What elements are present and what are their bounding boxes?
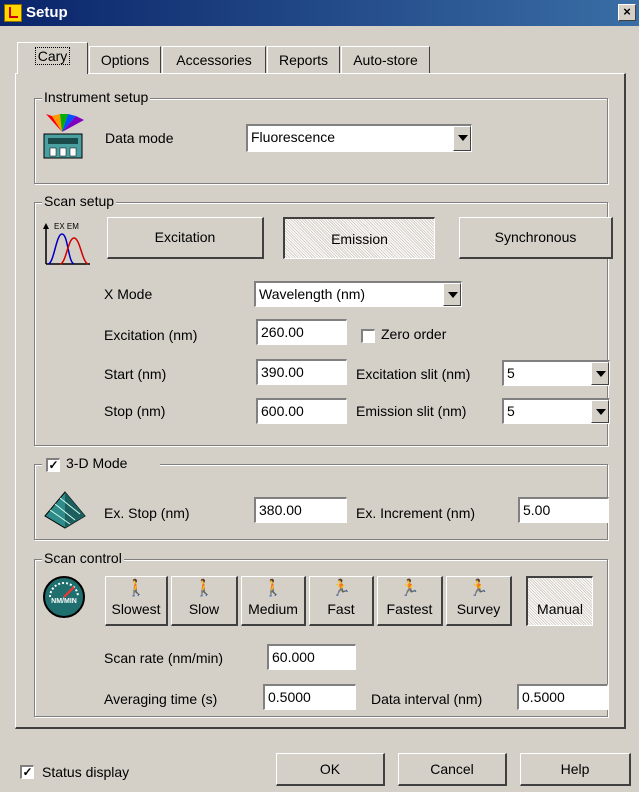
excitation-slit-select[interactable]: 5 bbox=[502, 360, 610, 386]
tab-cary[interactable]: Cary bbox=[17, 42, 88, 74]
tab-panel-cary: Instrument setup Data mode Fluorescence … bbox=[15, 73, 626, 729]
title-bar: Setup × bbox=[0, 0, 639, 26]
help-button[interactable]: Help bbox=[520, 753, 631, 786]
instrument-setup-legend: Instrument setup bbox=[42, 89, 151, 105]
ok-button[interactable]: OK bbox=[276, 753, 385, 786]
speed-fastest-button[interactable]: 🏃 Fastest bbox=[377, 576, 443, 626]
ex-em-icon-text: EX EM bbox=[54, 222, 79, 231]
averaging-time-label: Averaging time (s) bbox=[104, 691, 218, 707]
walking-figure-icon: 🚶 bbox=[194, 580, 214, 597]
start-nm-input[interactable]: 390.00 bbox=[256, 359, 347, 385]
ex-increment-input[interactable]: 5.00 bbox=[518, 497, 609, 523]
ex-stop-label: Ex. Stop (nm) bbox=[104, 505, 190, 521]
x-mode-label: X Mode bbox=[104, 286, 153, 302]
emission-slit-label: Emission slit (nm) bbox=[356, 403, 467, 419]
excitation-nm-input[interactable]: 260.00 bbox=[256, 319, 347, 345]
synchronous-button[interactable]: Synchronous bbox=[459, 217, 613, 259]
data-mode-label: Data mode bbox=[105, 130, 174, 146]
running-figure-icon: 🏃 bbox=[468, 580, 489, 597]
chevron-down-icon bbox=[591, 362, 609, 385]
status-display-label: Status display bbox=[42, 764, 130, 780]
speed-manual-button[interactable]: Manual bbox=[526, 576, 593, 626]
tab-options[interactable]: Options bbox=[89, 46, 161, 73]
tab-accessories[interactable]: Accessories bbox=[162, 46, 266, 73]
zero-order-checkbox[interactable] bbox=[361, 329, 375, 343]
3d-mode-legend: ✓ 3-D Mode bbox=[42, 455, 160, 475]
ex-em-spectrum-icon: EX EM bbox=[42, 222, 92, 268]
excitation-slit-label: Excitation slit (nm) bbox=[356, 366, 471, 382]
stop-nm-input[interactable]: 600.00 bbox=[256, 398, 347, 424]
3d-mode-label: 3-D Mode bbox=[66, 455, 128, 471]
chevron-down-icon bbox=[453, 126, 471, 151]
emission-button[interactable]: Emission bbox=[283, 217, 435, 259]
scan-setup-legend: Scan setup bbox=[42, 193, 117, 209]
speed-fast-button[interactable]: 🏃 Fast bbox=[309, 576, 374, 626]
cancel-button[interactable]: Cancel bbox=[398, 753, 507, 786]
scan-rate-dial-text: NM/MIN bbox=[51, 598, 77, 605]
status-display-checkbox[interactable]: ✓ bbox=[20, 765, 34, 779]
close-button[interactable]: × bbox=[618, 4, 636, 21]
stop-nm-label: Stop (nm) bbox=[104, 403, 166, 419]
walking-figure-icon: 🚶 bbox=[126, 580, 146, 597]
speed-slow-button[interactable]: 🚶 Slow bbox=[171, 576, 238, 626]
scan-rate-dial-icon: NM/MIN bbox=[42, 575, 90, 623]
data-interval-label: Data interval (nm) bbox=[371, 691, 483, 707]
3d-surface-icon bbox=[42, 486, 88, 532]
ex-increment-label: Ex. Increment (nm) bbox=[356, 505, 476, 521]
x-mode-select[interactable]: Wavelength (nm) bbox=[254, 281, 462, 307]
speed-survey-button[interactable]: 🏃 Survey bbox=[446, 576, 512, 626]
app-icon bbox=[4, 4, 22, 22]
running-figure-icon: 🏃 bbox=[331, 580, 351, 597]
excitation-nm-label: Excitation (nm) bbox=[104, 327, 198, 343]
data-mode-select[interactable]: Fluorescence bbox=[246, 124, 472, 152]
tab-reports[interactable]: Reports bbox=[267, 46, 340, 73]
excitation-button[interactable]: Excitation bbox=[107, 217, 264, 259]
window-title: Setup bbox=[26, 4, 68, 21]
running-figure-icon: 🏃 bbox=[399, 580, 420, 597]
ex-stop-input[interactable]: 380.00 bbox=[254, 497, 347, 523]
zero-order-label: Zero order bbox=[381, 326, 447, 342]
3d-mode-checkbox[interactable]: ✓ bbox=[46, 458, 60, 472]
scan-rate-label: Scan rate (nm/min) bbox=[104, 650, 224, 666]
instrument-icon bbox=[42, 114, 88, 162]
scan-rate-input[interactable]: 60.000 bbox=[267, 644, 356, 670]
chevron-down-icon bbox=[443, 283, 461, 306]
start-nm-label: Start (nm) bbox=[104, 366, 167, 382]
speed-medium-button[interactable]: 🚶 Medium bbox=[241, 576, 306, 626]
emission-slit-select[interactable]: 5 bbox=[502, 398, 610, 424]
speed-slowest-button[interactable]: 🚶 Slowest bbox=[105, 576, 168, 626]
averaging-time-input[interactable]: 0.5000 bbox=[263, 684, 356, 710]
walking-figure-icon: 🚶 bbox=[263, 580, 283, 597]
tab-auto-store[interactable]: Auto-store bbox=[341, 46, 430, 73]
chevron-down-icon bbox=[591, 400, 609, 423]
data-interval-input[interactable]: 0.5000 bbox=[517, 684, 608, 710]
scan-control-legend: Scan control bbox=[42, 550, 124, 566]
